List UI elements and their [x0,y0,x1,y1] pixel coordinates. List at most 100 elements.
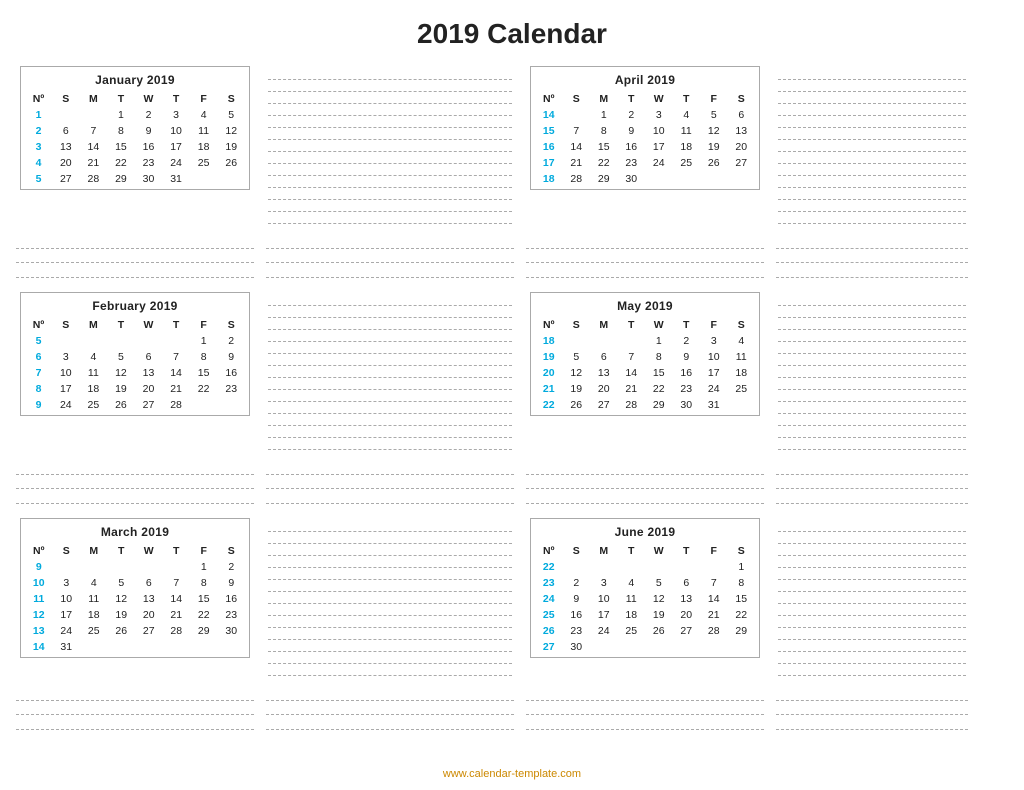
day-cell: 1 [728,559,756,575]
week-number: 21 [535,381,563,397]
day-cell: 16 [618,139,646,155]
note-line [268,592,512,604]
day-cell: 4 [673,107,701,123]
day-cell: 30 [673,397,701,413]
day-cell: 16 [673,365,701,381]
calendar-row: March 2019NºSMTWTFS912103456789111011121… [10,512,1014,684]
day-cell [590,333,618,349]
note-line [268,652,512,664]
calendar-may-2019: May 2019NºSMTWTFS18123419567891011201213… [530,292,760,416]
day-cell [80,559,108,575]
note-line [778,80,966,92]
bottom-lines-cell [770,684,974,736]
day-cell: 24 [700,381,728,397]
calendar-cell: March 2019NºSMTWTFS912103456789111011121… [10,512,260,684]
note-line [268,366,512,378]
day-cell [108,559,136,575]
day-cell: 1 [645,333,673,349]
day-cell [190,397,218,413]
day-cell: 12 [563,365,591,381]
day-cell [190,639,218,655]
bottom-line [266,720,514,730]
day-cell: 2 [218,559,246,575]
day-cell: 4 [80,349,108,365]
week-number: 12 [25,607,53,623]
day-cell: 26 [645,623,673,639]
day-cell: 13 [673,591,701,607]
day-cell: 18 [728,365,756,381]
day-cell: 17 [53,607,81,623]
note-line [268,544,512,556]
day-cell: 18 [80,381,108,397]
note-line [268,116,512,128]
day-cell [217,397,245,413]
bottom-line [16,479,254,489]
day-cell: 18 [618,607,646,623]
day-cell: 17 [52,381,80,397]
bottom-line [266,479,514,489]
week-number: 24 [535,591,563,607]
calendar-title: June 2019 [535,523,755,543]
day-cell: 9 [217,349,245,365]
bottom-line [526,268,764,278]
week-number: 2 [25,123,52,139]
day-cell [135,639,163,655]
day-cell: 10 [590,591,618,607]
calendar-row: February 2019NºSMTWTFS512634567897101112… [10,286,1014,458]
calendar-cell: April 2019NºSMTWTFS141234561578910111213… [520,60,770,232]
bottom-line [266,239,514,249]
note-line [778,92,966,104]
note-line [778,592,966,604]
day-cell: 1 [590,107,618,123]
notes-cell [770,60,974,232]
day-cell: 10 [645,123,673,139]
day-cell: 28 [163,623,191,639]
note-line [268,604,512,616]
note-line [778,140,966,152]
day-cell: 24 [590,623,618,639]
note-line [778,640,966,652]
day-cell: 21 [163,607,191,623]
day-cell: 14 [700,591,728,607]
day-cell: 9 [218,575,246,591]
note-line [778,378,966,390]
note-line [268,580,512,592]
day-cell: 22 [590,155,618,171]
note-line [778,664,966,676]
day-cell [645,171,673,187]
day-cell: 20 [673,607,701,623]
note-line [268,200,512,212]
day-cell: 7 [563,123,591,139]
day-cell: 28 [563,171,591,187]
day-cell: 17 [645,139,673,155]
day-cell: 29 [645,397,673,413]
note-line [268,616,512,628]
week-number: 5 [25,333,52,349]
day-cell: 23 [217,381,245,397]
bottom-line [776,239,968,249]
day-cell: 27 [135,397,163,413]
day-cell: 12 [107,365,135,381]
week-number: 9 [25,559,53,575]
week-number: 8 [25,381,52,397]
week-number: 14 [535,107,563,123]
day-cell: 19 [700,139,728,155]
note-line [778,164,966,176]
day-cell: 25 [190,155,218,171]
day-cell: 12 [217,123,245,139]
bottom-line [776,720,968,730]
day-cell: 30 [618,171,646,187]
note-line [268,640,512,652]
day-cell: 5 [108,575,136,591]
day-cell: 5 [700,107,728,123]
week-number: 15 [535,123,563,139]
day-cell [80,333,108,349]
bottom-line [266,465,514,475]
week-number: 26 [535,623,563,639]
calendar-cell: May 2019NºSMTWTFS18123419567891011201213… [520,286,770,458]
calendar-title: April 2019 [535,71,755,91]
day-cell: 26 [107,397,135,413]
note-line [778,294,966,306]
day-cell: 31 [162,171,190,187]
note-line [778,532,966,544]
